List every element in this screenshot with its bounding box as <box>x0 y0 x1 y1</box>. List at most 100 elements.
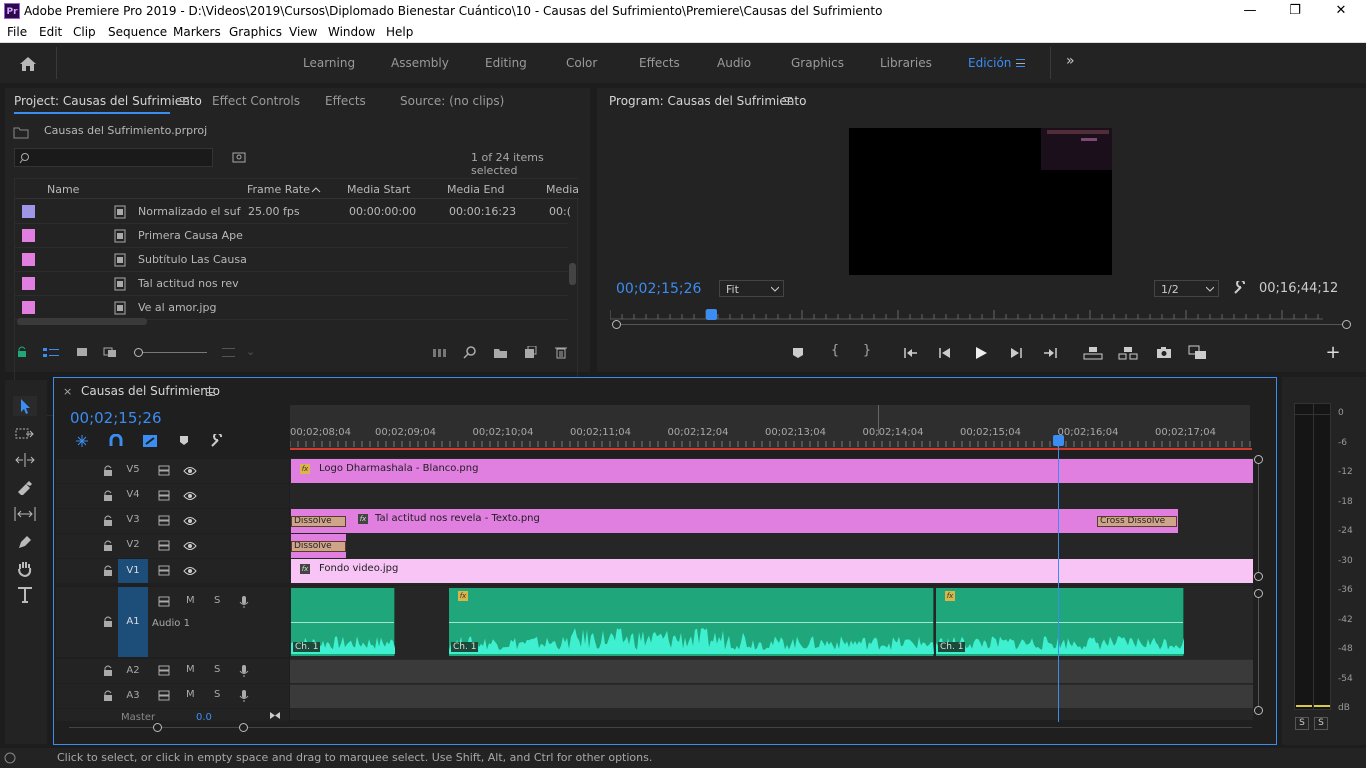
label-color-swatch[interactable] <box>22 205 35 218</box>
project-search-input[interactable] <box>14 148 213 167</box>
column-frame-rate[interactable]: Frame Rate <box>247 183 310 196</box>
minimize-button[interactable]: — <box>1227 1 1273 21</box>
audio-zoom-handle-bottom[interactable] <box>1254 706 1263 715</box>
panel-menu-icon[interactable] <box>783 97 792 105</box>
add-marker-icon[interactable] <box>179 435 189 447</box>
clip-v1-fondo[interactable]: fx Fondo video.jpg <box>291 559 1253 583</box>
playback-resolution-select[interactable]: 1/2 <box>1154 280 1219 297</box>
extract-icon[interactable] <box>1118 346 1138 360</box>
mute-button[interactable]: M <box>186 664 195 675</box>
track-lock-icon[interactable] <box>103 565 113 577</box>
menu-markers[interactable]: Markers <box>173 25 221 39</box>
tab-source[interactable]: Source: (no clips) <box>400 94 504 108</box>
workspace-effects[interactable]: Effects <box>639 56 680 70</box>
zoom-slider-handle[interactable] <box>134 348 143 357</box>
solo-button[interactable]: S <box>214 689 220 700</box>
timeline-playhead-timecode[interactable]: 00;02;15;26 <box>70 409 162 427</box>
track-lock-icon[interactable] <box>103 690 113 702</box>
video-track-header-v4[interactable]: V4 <box>56 484 289 508</box>
menu-help[interactable]: Help <box>386 25 413 39</box>
add-marker-icon[interactable] <box>792 347 804 359</box>
clip-v3-tal-actitud[interactable]: fx Tal actitud nos revela - Texto.png <box>291 509 1178 533</box>
workspace-audio[interactable]: Audio <box>717 56 751 70</box>
sort-icons-icon[interactable] <box>222 348 235 357</box>
audio-clip[interactable]: fx Ch. 1 <box>449 588 934 656</box>
audio-track-header-a3[interactable]: A3 M S <box>56 684 289 708</box>
video-zoom-handle-top[interactable] <box>1254 455 1263 464</box>
workspace-graphics[interactable]: Graphics <box>791 56 844 70</box>
list-view-icon[interactable] <box>43 347 59 359</box>
sort-ascending-icon[interactable] <box>311 186 321 193</box>
lock-icon[interactable] <box>17 346 27 358</box>
solo-button[interactable]: S <box>214 664 220 675</box>
play-icon[interactable] <box>974 346 988 360</box>
track-lock-icon[interactable] <box>103 540 113 552</box>
video-zoom-handle-bottom[interactable] <box>1254 572 1263 581</box>
mute-button[interactable]: M <box>186 595 195 606</box>
track-target-v2[interactable]: V2 <box>118 539 148 553</box>
eye-icon[interactable] <box>183 491 197 501</box>
sync-lock-icon[interactable] <box>158 490 170 501</box>
ripple-edit-tool-icon[interactable] <box>15 452 35 468</box>
track-target-v4[interactable]: V4 <box>118 489 148 503</box>
snap-magnet-icon[interactable] <box>109 434 123 448</box>
menu-edit[interactable]: Edit <box>39 25 62 39</box>
transition-dissolve-v2[interactable]: Dissolve <box>291 541 346 552</box>
close-sequence-icon[interactable]: × <box>63 385 72 398</box>
solo-right-button[interactable]: S <box>1314 717 1328 730</box>
step-forward-icon[interactable] <box>1010 347 1022 359</box>
program-playhead-timecode[interactable]: 00;02;15;26 <box>616 281 701 297</box>
track-target-a2[interactable]: A2 <box>118 659 148 683</box>
label-color-swatch[interactable] <box>22 301 35 314</box>
panel-menu-icon[interactable] <box>206 388 215 396</box>
label-color-swatch[interactable] <box>22 277 35 290</box>
lift-icon[interactable] <box>1083 346 1103 360</box>
eye-icon[interactable] <box>183 466 197 476</box>
workspace-editing[interactable]: Editing <box>485 56 527 70</box>
column-media[interactable]: Media <box>546 183 579 196</box>
audio-zoom-handle-top[interactable] <box>1254 589 1263 598</box>
go-to-out-icon[interactable] <box>1043 347 1057 359</box>
track-target-a1[interactable]: A1 <box>118 587 148 657</box>
track-lock-icon[interactable] <box>103 515 113 527</box>
solo-button[interactable]: S <box>214 595 220 606</box>
menu-view[interactable]: View <box>289 25 317 39</box>
sync-lock-icon[interactable] <box>158 690 170 701</box>
workspace-edicion[interactable]: Edición <box>968 56 1011 70</box>
track-select-tool-icon[interactable] <box>15 426 35 442</box>
fit-zoom-select[interactable]: Fit <box>719 280 784 297</box>
nest-sequence-icon[interactable] <box>75 434 89 448</box>
step-back-icon[interactable] <box>939 347 951 359</box>
freeform-view-icon[interactable] <box>103 347 121 358</box>
workspace-overflow-icon[interactable]: » <box>1066 53 1075 69</box>
track-lock-icon[interactable] <box>103 490 113 502</box>
track-lock-icon[interactable] <box>103 665 113 677</box>
video-track-header-v2[interactable]: V2 <box>56 534 289 558</box>
project-item-row[interactable]: Primera Causa Ape <box>15 224 568 248</box>
project-item-row[interactable]: Normalizado el suf 25.00 fps 00:00:00:00 00… <box>15 200 571 224</box>
track-lock-icon[interactable] <box>103 616 113 628</box>
track-target-v5[interactable]: V5 <box>118 464 148 478</box>
header-zoom-right-handle[interactable] <box>239 723 248 732</box>
transition-dissolve-v3[interactable]: Dissolve <box>291 516 346 527</box>
new-item-icon[interactable] <box>524 346 537 359</box>
header-zoom-left-handle[interactable] <box>153 723 162 732</box>
audio-clip[interactable]: Ch. 1 <box>291 588 395 656</box>
button-editor-add-icon[interactable]: + <box>1325 342 1341 363</box>
column-media-start[interactable]: Media Start <box>347 183 410 196</box>
transition-cross-dissolve[interactable]: Cross Dissolve <box>1097 516 1177 527</box>
export-frame-icon[interactable] <box>1156 346 1172 359</box>
timeline-settings-wrench-icon[interactable] <box>210 434 224 448</box>
pen-tool-icon[interactable] <box>16 533 34 551</box>
sync-lock-icon[interactable] <box>158 596 170 607</box>
menu-file[interactable]: File <box>7 25 27 39</box>
restore-button[interactable]: ❐ <box>1272 1 1318 21</box>
audio-lane-a3[interactable] <box>290 684 1253 708</box>
project-item-row[interactable]: Subtítulo Las Causa <box>15 248 568 272</box>
track-target-a3[interactable]: A3 <box>118 684 148 708</box>
workspace-assembly[interactable]: Assembly <box>391 56 449 70</box>
tab-sequence[interactable]: Causas del Sufrimiento <box>81 384 220 398</box>
tab-effect-controls[interactable]: Effect Controls <box>212 94 300 108</box>
project-list-hscrollbar[interactable] <box>17 318 147 325</box>
microphone-icon[interactable] <box>239 664 249 678</box>
